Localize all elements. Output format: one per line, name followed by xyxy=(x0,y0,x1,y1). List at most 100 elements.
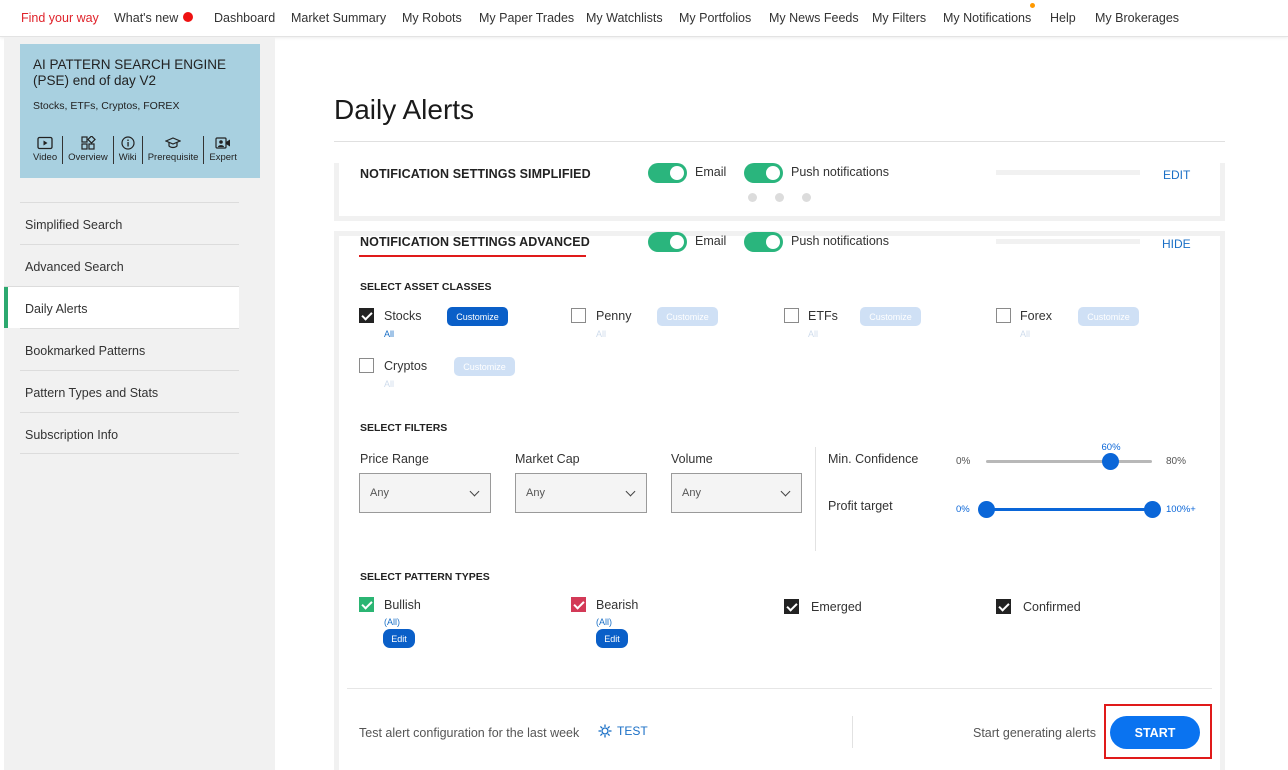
simplified-email-toggle[interactable] xyxy=(648,163,687,183)
market-cap-select[interactable]: Any xyxy=(515,473,647,513)
pse-link-label: Video xyxy=(33,152,58,163)
pse-link-label: Overview xyxy=(68,152,108,163)
min-confidence-min-label: 0% xyxy=(956,456,971,467)
bullish-label: Bullish xyxy=(384,598,421,612)
footer-vertical-divider xyxy=(852,716,853,748)
stocks-label: Stocks xyxy=(384,309,422,323)
nav-whats-new[interactable]: What's new xyxy=(114,11,194,25)
nav-find-your-way[interactable]: Find your way xyxy=(21,11,99,25)
bearish-sub-label: (All) xyxy=(596,617,612,627)
nav-my-paper-trades[interactable]: My Paper Trades xyxy=(479,11,574,25)
test-link[interactable]: TEST xyxy=(598,724,648,738)
nav-my-news-feeds[interactable]: My News Feeds xyxy=(769,11,859,25)
start-generating-text: Start generating alerts xyxy=(973,726,1096,740)
min-confidence-slider-track[interactable] xyxy=(986,460,1152,463)
pse-link-prerequisite[interactable]: Prerequisite xyxy=(143,136,205,164)
penny-label: Penny xyxy=(596,309,632,323)
profit-target-max-label: 100%+ xyxy=(1166,504,1196,515)
pse-link-wiki[interactable]: Wiki xyxy=(114,136,143,164)
bearish-label: Bearish xyxy=(596,598,639,612)
gear-icon xyxy=(598,724,612,738)
cryptos-label: Cryptos xyxy=(384,359,428,373)
price-range-value: Any xyxy=(370,487,389,499)
volume-label: Volume xyxy=(671,452,713,466)
cryptos-checkbox[interactable] xyxy=(359,358,374,373)
sidebar-menu: Simplified Search Advanced Search Daily … xyxy=(4,202,239,454)
min-confidence-value-label: 60% xyxy=(1101,442,1121,453)
sidebar-item-subscription-info[interactable]: Subscription Info xyxy=(20,412,239,454)
pse-card-title: AI PATTERN SEARCH ENGINE (PSE) end of da… xyxy=(33,57,227,88)
bearish-edit-button[interactable]: Edit xyxy=(596,629,628,648)
nav-my-filters[interactable]: My Filters xyxy=(872,11,926,25)
pse-link-label: Wiki xyxy=(118,152,137,163)
simplified-edit-link[interactable]: EDIT xyxy=(1163,168,1190,182)
price-range-select[interactable]: Any xyxy=(359,473,491,513)
title-divider xyxy=(334,141,1225,142)
sidebar-item-pattern-types-and-stats[interactable]: Pattern Types and Stats xyxy=(20,370,239,412)
etfs-customize-button[interactable]: Customize xyxy=(860,307,921,326)
page-title: Daily Alerts xyxy=(334,94,475,125)
filters-divider xyxy=(815,447,816,551)
sidebar-item-daily-alerts[interactable]: Daily Alerts xyxy=(4,286,239,328)
penny-checkbox[interactable] xyxy=(571,308,586,323)
volume-select[interactable]: Any xyxy=(671,473,802,513)
confirmed-checkbox[interactable] xyxy=(996,599,1011,614)
forex-customize-button[interactable]: Customize xyxy=(1078,307,1139,326)
chevron-down-icon xyxy=(780,486,791,497)
sidebar: AI PATTERN SEARCH ENGINE (PSE) end of da… xyxy=(4,37,275,770)
nav-my-portfolios[interactable]: My Portfolios xyxy=(679,11,751,25)
new-indicator-dot xyxy=(183,12,194,22)
nav-help[interactable]: Help xyxy=(1050,11,1076,25)
nav-my-brokerages[interactable]: My Brokerages xyxy=(1095,11,1179,25)
pse-link-label: Prerequisite xyxy=(147,152,199,163)
pse-card-subtitle: Stocks, ETFs, Cryptos, FOREX xyxy=(33,100,180,112)
nav-dashboard[interactable]: Dashboard xyxy=(214,11,275,25)
graduation-cap-icon xyxy=(165,137,182,149)
bullish-checkbox[interactable] xyxy=(359,597,374,612)
chevron-down-icon xyxy=(625,486,636,497)
nav-my-notifications[interactable]: My Notifications xyxy=(943,11,1031,25)
profit-target-slider-track[interactable] xyxy=(986,508,1152,511)
filters-heading: SELECT FILTERS xyxy=(360,422,448,434)
simplified-email-label: Email xyxy=(695,165,727,179)
loading-dot xyxy=(748,193,757,202)
simplified-push-toggle[interactable] xyxy=(744,163,783,183)
video-icon xyxy=(37,136,53,150)
bullish-edit-button[interactable]: Edit xyxy=(383,629,415,648)
nav-my-robots[interactable]: My Robots xyxy=(402,11,462,25)
nav-market-summary[interactable]: Market Summary xyxy=(291,11,386,25)
profit-target-label: Profit target xyxy=(828,499,893,513)
sidebar-item-simplified-search[interactable]: Simplified Search xyxy=(20,202,239,244)
bearish-checkbox[interactable] xyxy=(571,597,586,612)
sidebar-item-bookmarked-patterns[interactable]: Bookmarked Patterns xyxy=(20,328,239,370)
min-confidence-slider-handle[interactable] xyxy=(1102,453,1119,470)
cryptos-customize-button[interactable]: Customize xyxy=(454,357,515,376)
pse-link-expert[interactable]: Expert xyxy=(204,136,241,164)
emerged-checkbox[interactable] xyxy=(784,599,799,614)
advanced-heading-underline xyxy=(359,255,586,257)
pse-info-card: AI PATTERN SEARCH ENGINE (PSE) end of da… xyxy=(20,44,260,178)
penny-customize-button[interactable]: Customize xyxy=(657,307,718,326)
etfs-label: ETFs xyxy=(808,309,838,323)
advanced-hide-link[interactable]: HIDE xyxy=(1162,237,1191,251)
test-config-text: Test alert configuration for the last we… xyxy=(359,726,580,740)
top-navigation-bar: Find your way What's new Dashboard Marke… xyxy=(0,0,1288,37)
pse-link-overview[interactable]: Overview xyxy=(63,136,114,164)
nav-my-watchlists[interactable]: My Watchlists xyxy=(586,11,663,25)
overview-icon xyxy=(81,136,96,150)
advanced-push-toggle[interactable] xyxy=(744,232,783,252)
notification-indicator-dot xyxy=(1030,3,1035,8)
bullish-sub-label: (All) xyxy=(384,617,400,627)
profit-target-low-handle[interactable] xyxy=(977,501,995,518)
forex-checkbox[interactable] xyxy=(996,308,1011,323)
stocks-checkbox[interactable] xyxy=(359,308,374,323)
sidebar-item-advanced-search[interactable]: Advanced Search xyxy=(20,244,239,286)
simplified-push-label: Push notifications xyxy=(791,165,889,179)
advanced-email-toggle[interactable] xyxy=(648,232,687,252)
info-icon xyxy=(121,136,135,150)
pse-link-video[interactable]: Video xyxy=(28,136,64,164)
simplified-placeholder-bar xyxy=(996,170,1140,175)
etfs-checkbox[interactable] xyxy=(784,308,799,323)
profit-target-high-handle[interactable] xyxy=(1143,501,1161,518)
stocks-customize-button[interactable]: Customize xyxy=(447,307,508,326)
